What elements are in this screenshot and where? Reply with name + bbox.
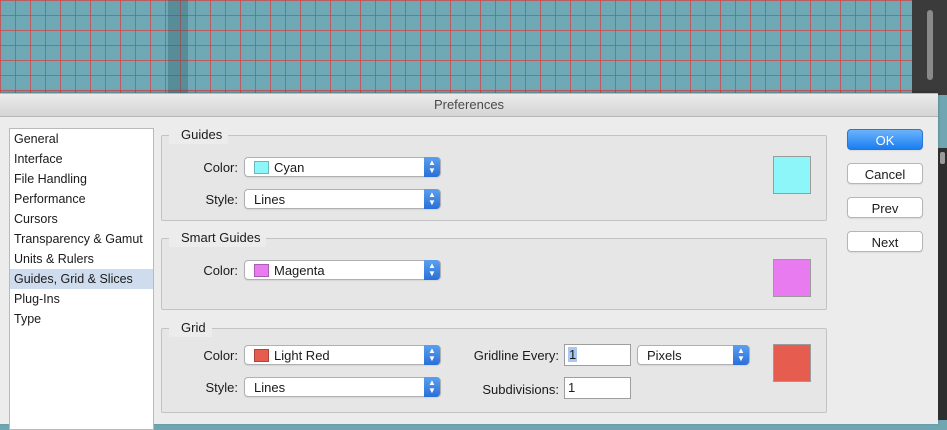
smart-guides-color-select[interactable]: Magenta ▲ ▼ — [244, 260, 441, 280]
guides-color-select[interactable]: Cyan ▲ ▼ — [244, 157, 441, 177]
smart-guides-color-value: Magenta — [274, 263, 325, 278]
sidebar-item[interactable]: Guides, Grid & Slices — [10, 269, 153, 289]
scrollbar-thumb[interactable] — [940, 152, 945, 164]
guides-color-swatch — [254, 161, 269, 174]
cancel-button[interactable]: Cancel — [847, 163, 923, 184]
gridline-every-label: Gridline Every: — [473, 348, 559, 363]
guides-style-select[interactable]: Lines ▲ ▼ — [244, 189, 441, 209]
grid-group: Grid Color: Light Red ▲ ▼ Style: Lines ▲ ▼… — [161, 319, 827, 413]
sidebar-item[interactable]: Units & Rulers — [10, 249, 153, 269]
canvas-side-panel — [912, 0, 947, 95]
grid-color-label: Color: — [203, 348, 238, 363]
grid-style-select[interactable]: Lines ▲ ▼ — [244, 377, 441, 397]
sidebar-item[interactable]: Cursors — [10, 209, 153, 229]
chevron-updown-icon: ▲ ▼ — [424, 345, 440, 365]
grid-group-title: Grid — [169, 319, 212, 337]
sidebar-item[interactable]: Performance — [10, 189, 153, 209]
smart-guides-color-label: Color: — [203, 263, 238, 278]
guides-group-title: Guides — [169, 126, 229, 144]
grid-color-swatch — [254, 349, 269, 362]
sidebar-item[interactable]: Interface — [10, 149, 153, 169]
grid-color-select[interactable]: Light Red ▲ ▼ — [244, 345, 441, 365]
grid-color-value: Light Red — [274, 348, 330, 363]
grid-style-label: Style: — [205, 380, 238, 395]
guides-color-label: Color: — [203, 160, 238, 175]
gridline-every-value: 1 — [568, 347, 578, 362]
canvas-selection-band — [168, 0, 188, 95]
chevron-updown-icon: ▲ ▼ — [424, 189, 440, 209]
gridline-every-input[interactable]: 1 — [564, 344, 631, 366]
next-button[interactable]: Next — [847, 231, 923, 252]
smart-guides-color-swatch — [254, 264, 269, 277]
ok-button[interactable]: OK — [847, 129, 923, 150]
subdivisions-value: 1 — [568, 380, 576, 395]
document-canvas — [0, 0, 947, 95]
guides-color-preview[interactable] — [773, 156, 811, 194]
window-scrollbar[interactable] — [938, 148, 947, 420]
grid-color-preview[interactable] — [773, 344, 811, 382]
chevron-updown-icon: ▲ ▼ — [424, 260, 440, 280]
gridline-unit-select[interactable]: Pixels ▲ ▼ — [637, 345, 750, 365]
dialog-title: Preferences — [0, 94, 938, 117]
guides-color-value: Cyan — [274, 160, 305, 175]
preferences-dialog: Preferences General Interface File Handlin… — [0, 93, 938, 430]
sidebar-item[interactable]: Type — [10, 309, 153, 329]
chevron-updown-icon: ▲ ▼ — [733, 345, 749, 365]
prev-button[interactable]: Prev — [847, 197, 923, 218]
chevron-updown-icon: ▲ ▼ — [424, 157, 440, 177]
sidebar-item[interactable]: Transparency & Gamut — [10, 229, 153, 249]
sidebar-item[interactable]: Plug-Ins — [10, 289, 153, 309]
smart-guides-group: Smart Guides Color: Magenta ▲ ▼ — [161, 229, 827, 310]
grid-style-value: Lines — [254, 380, 286, 395]
guides-style-label: Style: — [205, 192, 238, 207]
sidebar-item[interactable]: File Handling — [10, 169, 153, 189]
smart-guides-color-preview[interactable] — [773, 259, 811, 297]
chevron-updown-icon: ▲ ▼ — [424, 377, 440, 397]
preferences-category-list: General Interface File Handling Performance… — [9, 128, 154, 430]
smart-guides-group-title: Smart Guides — [169, 229, 267, 247]
sidebar-item[interactable]: General — [10, 129, 153, 149]
subdivisions-input[interactable]: 1 — [564, 377, 631, 399]
guides-group: Guides Color: Cyan ▲ ▼ Style: Lines ▲ ▼ — [161, 126, 827, 221]
gridline-unit-value: Pixels — [647, 348, 682, 363]
guides-style-value: Lines — [254, 192, 286, 207]
canvas-scrollbar[interactable] — [927, 10, 933, 80]
subdivisions-label: Subdivisions: — [482, 382, 559, 397]
